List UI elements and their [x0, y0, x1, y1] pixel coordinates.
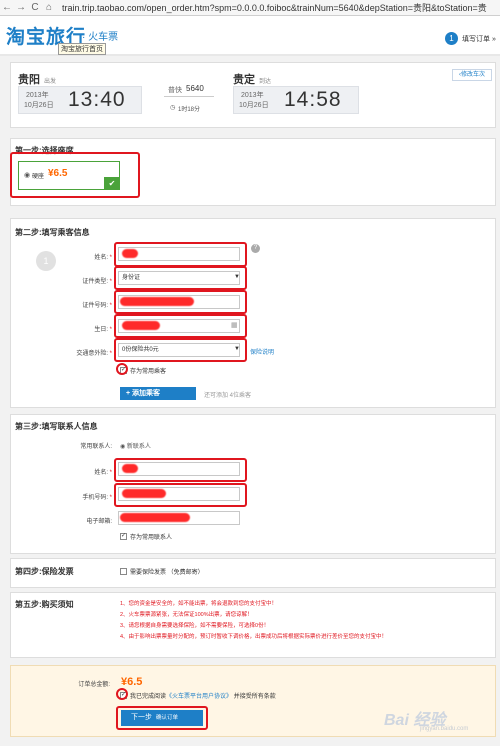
- invoice-label: 需要保险发票 （免费邮寄）: [130, 570, 204, 576]
- save-contact-label: 存为常用联系人: [130, 535, 173, 541]
- annotation-highlight: [114, 266, 247, 290]
- train-type: 普快: [168, 87, 182, 94]
- agreement-link[interactable]: 《火车票平台用户协议》: [166, 694, 232, 700]
- id-type-label: 证件类型: *: [82, 279, 112, 285]
- step3-section: [10, 414, 496, 554]
- watermark-url: jingyan.baidu.com: [420, 726, 469, 732]
- address-bar[interactable]: train.trip.taobao.com/open_order.htm?spm…: [62, 1, 487, 14]
- reload-icon[interactable]: C: [28, 2, 42, 13]
- home-icon[interactable]: ⌂: [42, 2, 56, 13]
- arrival-date: 10月26日: [239, 102, 269, 109]
- departure-time: 13:40: [68, 88, 126, 111]
- redacted-email: [120, 513, 190, 522]
- note-item: 4、由于影响出票票量时分配的，预订时暂收下调价格，出票成功后将根据实际票价进行差…: [120, 634, 388, 640]
- selected-check-icon: ✔: [104, 177, 120, 190]
- save-passenger-label: 存为常用乘客: [130, 369, 167, 375]
- step4-section: [10, 558, 496, 588]
- step3-title: 第三步:填写联系人信息: [15, 422, 98, 431]
- step-label: 填写订单 »: [462, 36, 496, 43]
- help-icon[interactable]: ?: [251, 244, 260, 253]
- annotation-highlight: [114, 483, 247, 507]
- annotation-highlight: [114, 338, 247, 362]
- seat-price: ¥6.5: [48, 168, 68, 179]
- home-tooltip: 淘宝旅行首页: [58, 43, 106, 55]
- add-passenger-button[interactable]: + 添加乘客: [120, 387, 196, 400]
- id-number-label: 证件号码: *: [82, 303, 112, 309]
- birthday-label: 生日: *: [94, 327, 112, 333]
- insurance-info-link[interactable]: 保险说明: [250, 347, 274, 356]
- agree-text: 我已完成阅读《火车票平台用户协议》 并接受所有条款: [130, 694, 276, 700]
- seat-name: 硬座: [32, 174, 45, 180]
- seat-radio[interactable]: ◉: [24, 171, 30, 179]
- email-label: 电子邮箱:: [86, 519, 112, 525]
- clock-icon: ◷: [170, 105, 176, 111]
- name-label: 姓名: *: [94, 255, 112, 261]
- annotation-highlight: [114, 242, 247, 267]
- step5-title: 第五步:购买须知: [15, 600, 74, 609]
- total-price: ¥6.5: [121, 676, 143, 688]
- note-item: 2、火车票票源紧张，无法保证100%出票，请您谅解！: [120, 612, 253, 618]
- route-line: [164, 96, 214, 97]
- train-ticket-label: · 火车票: [82, 32, 119, 43]
- save-contact-checkbox[interactable]: ✓: [120, 533, 127, 540]
- insurance-label: 交通意外险: *: [76, 351, 112, 357]
- travel-duration: 1时18分: [178, 107, 201, 113]
- contact-name-label: 姓名: *: [94, 470, 112, 476]
- common-contact-label: 常用联系人:: [80, 444, 112, 450]
- invoice-checkbox[interactable]: [120, 568, 127, 575]
- browser-toolbar: ← → C ⌂ train.trip.taobao.com/open_order…: [0, 0, 500, 16]
- modify-train-button[interactable]: ‹修改车次: [452, 69, 492, 81]
- new-contact-radio[interactable]: ◉ 新联系人: [120, 441, 151, 450]
- departure-date: 10月26日: [24, 102, 54, 109]
- note-item: 3、请您根据自身需要选择保险，如不需要保险，可选择0份！: [120, 623, 270, 629]
- forward-arrow-icon[interactable]: →: [14, 2, 28, 13]
- departure-year: 2013年: [26, 92, 49, 99]
- back-arrow-icon[interactable]: ←: [0, 2, 14, 13]
- arrival-time: 14:58: [284, 88, 342, 111]
- annotation-highlight: [114, 314, 247, 338]
- phone-label: 手机号码: *: [82, 495, 112, 501]
- note-item: 1、您的资金是安全的，如不能出票，将会退款到您的支付宝中！: [120, 601, 278, 607]
- annotation-highlight: [116, 363, 128, 375]
- step-indicator: 1: [445, 32, 458, 45]
- annotation-highlight: [114, 290, 247, 314]
- step2-title: 第二步:填写乘客信息: [15, 228, 90, 237]
- purchase-notes: 1、您的资金是安全的，如不能出票，将会退款到您的支付宝中！ 2、火车票票源紧张，…: [120, 599, 387, 643]
- departure-station: 贵阳 出发: [18, 74, 57, 86]
- train-number: 5640: [186, 84, 204, 93]
- annotation-highlight: [116, 688, 128, 700]
- arrival-station: 贵定 到达: [233, 74, 272, 86]
- annotation-highlight: [114, 458, 247, 482]
- arrival-year: 2013年: [241, 92, 264, 99]
- annotation-highlight: [116, 706, 208, 730]
- total-label: 订单总金额:: [78, 682, 110, 688]
- step4-title: 第四步:保险发票: [15, 567, 74, 576]
- add-passenger-hint: 还可添加 4位乘客: [204, 393, 252, 399]
